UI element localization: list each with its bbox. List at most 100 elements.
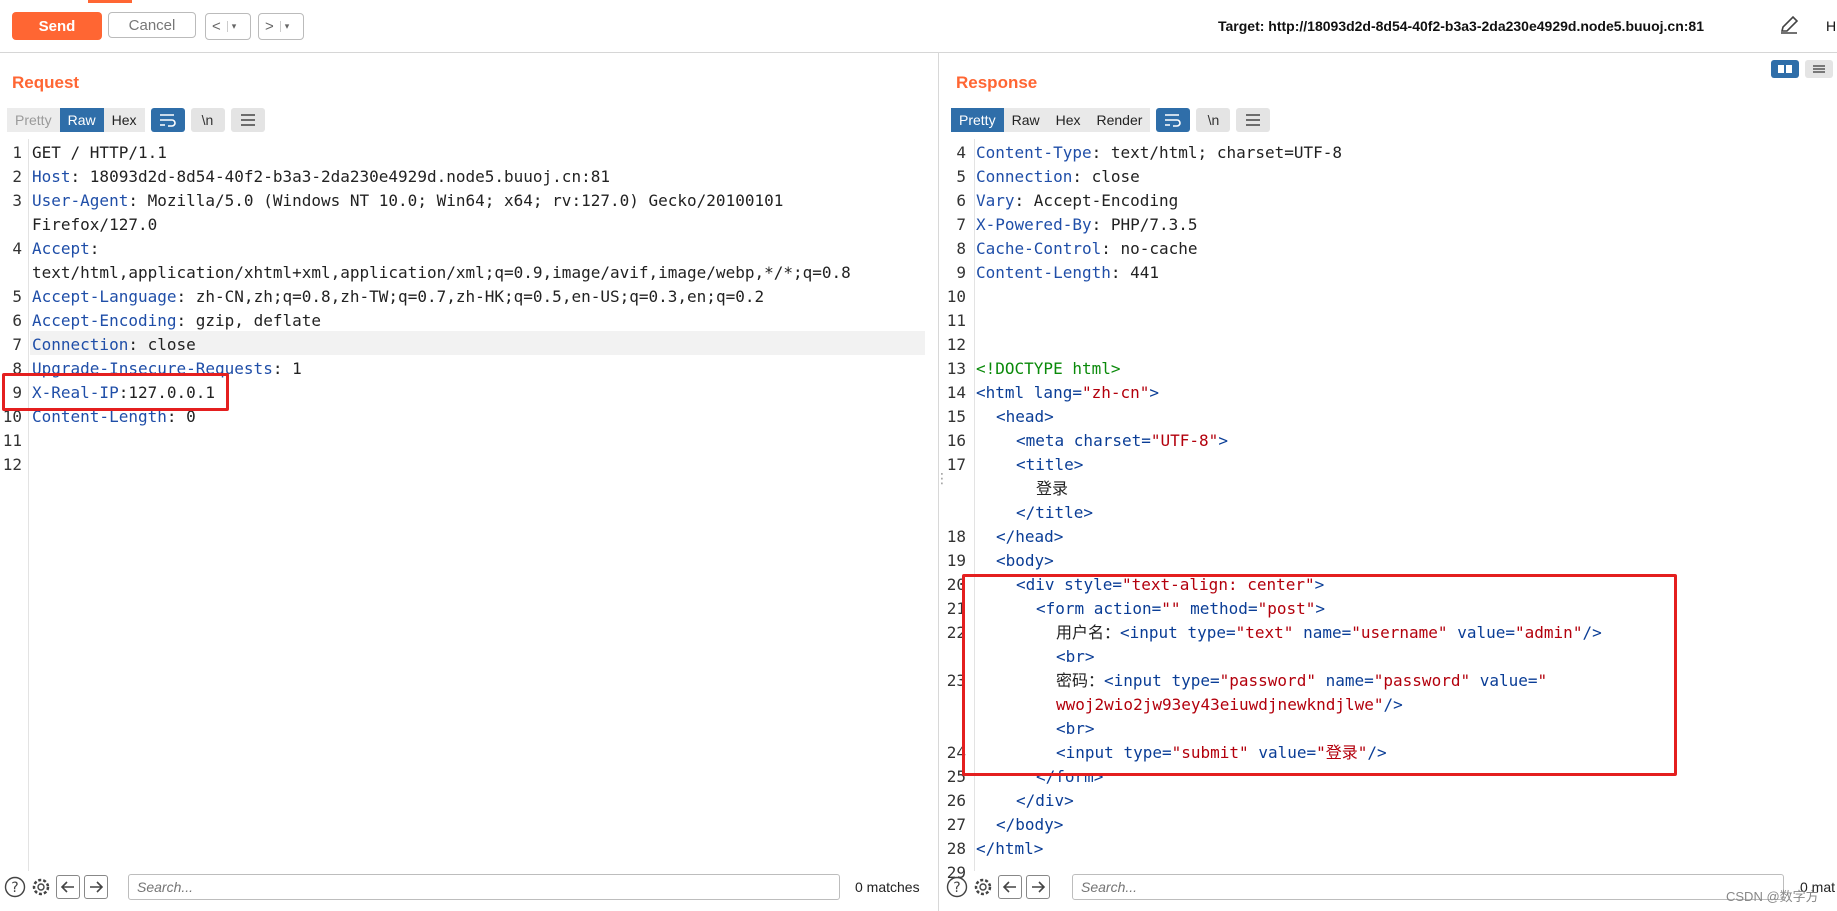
line-number <box>944 477 966 501</box>
code-token: "UTF-8" <box>1150 431 1219 450</box>
send-button[interactable]: Send <box>12 12 102 40</box>
code-token: Cache-Control <box>976 239 1102 258</box>
request-line: Firefox/127.0 <box>32 213 157 237</box>
back-dropdown-icon[interactable]: ▾ <box>226 21 241 32</box>
code-token: Vary <box>976 191 1015 210</box>
svg-text:?: ? <box>953 880 960 896</box>
highlight-box-login-form <box>962 574 1677 776</box>
code-token: <head> <box>996 407 1054 426</box>
line-number <box>0 261 22 285</box>
arrow-right-icon[interactable] <box>84 875 108 899</box>
line-number: 11 <box>2 431 22 450</box>
response-line: Cache-Control: no-cache <box>976 237 1198 261</box>
line-number: 9 <box>956 263 966 282</box>
line-number: 11 <box>946 311 966 330</box>
response-line: X-Powered-By: PHP/7.3.5 <box>976 213 1198 237</box>
code-token: : no-cache <box>1101 239 1198 258</box>
line-number: 5 <box>12 287 22 306</box>
target-url: Target: http://18093d2d-8d54-40f2-b3a3-2… <box>1218 18 1705 34</box>
tab-render[interactable]: Render <box>1088 108 1151 132</box>
wrap-icon[interactable] <box>1156 108 1191 132</box>
request-footer: ? <box>4 872 112 902</box>
stacked-view-icon[interactable] <box>1805 60 1833 78</box>
line-number: 10 <box>946 287 966 306</box>
arrow-right-icon[interactable] <box>1026 875 1050 899</box>
settings-gear-icon[interactable] <box>972 876 994 898</box>
menu-icon[interactable] <box>1236 108 1271 132</box>
response-line: </head> <box>996 525 1063 549</box>
line-number: 18 <box>946 527 966 546</box>
request-editor[interactable]: 1 GET / HTTP/1.1 2 Host: 18093d2d-8d54-40f2… <box>0 139 938 871</box>
line-number: 13 <box>946 359 966 378</box>
code-token: </div> <box>1016 791 1074 810</box>
response-line: <head> <box>996 405 1054 429</box>
cancel-button[interactable]: Cancel <box>108 12 196 38</box>
request-title: Request <box>12 73 80 92</box>
response-line: </body> <box>996 813 1063 837</box>
line-number: 4 <box>956 143 966 162</box>
code-token: "zh-cn" <box>1081 383 1150 402</box>
tab-hex[interactable]: Hex <box>1047 108 1089 132</box>
request-line: Accept-Encoding: gzip, deflate <box>32 309 321 333</box>
response-view-tabs: Pretty Raw Hex Render \n <box>951 108 1271 132</box>
newline-toggle-button[interactable]: \n <box>190 108 225 132</box>
pencil-icon[interactable] <box>1778 14 1800 41</box>
code-token: <title> <box>1016 455 1084 474</box>
code-token: 登录 <box>1036 479 1069 498</box>
tab-raw[interactable]: Raw <box>59 108 104 132</box>
line-number <box>0 213 22 237</box>
header-value: : gzip, deflate <box>176 311 322 330</box>
tab-pretty[interactable]: Pretty <box>7 108 60 132</box>
header-name: Connection <box>32 335 129 354</box>
line-number: 12 <box>946 335 966 354</box>
response-line: <title> <box>1016 453 1083 477</box>
line-number: 26 <box>946 791 966 810</box>
response-search-input[interactable] <box>1072 874 1784 900</box>
help-icon[interactable]: ? <box>4 876 26 898</box>
line-number: 12 <box>2 455 22 474</box>
request-line: GET / HTTP/1.1 <box>32 141 167 165</box>
split-view-icon[interactable] <box>1771 60 1799 78</box>
header-name: Accept-Encoding <box>32 311 177 330</box>
menu-icon[interactable] <box>230 108 265 132</box>
forward-dropdown-icon[interactable]: ▾ <box>279 21 294 32</box>
code-token: <body> <box>996 551 1054 570</box>
line-number: 1 <box>12 143 22 162</box>
response-line: </div> <box>1016 789 1074 813</box>
response-line: Content-Length: 441 <box>976 261 1159 285</box>
code-token: <!DOCTYPE html> <box>976 359 1121 378</box>
code-token: = <box>1072 383 1082 402</box>
line-number: 6 <box>12 311 22 330</box>
line-number: 7 <box>956 215 966 234</box>
back-arrow-icon[interactable]: < <box>206 18 227 35</box>
request-view-tabs: Pretty Raw Hex \n <box>7 108 265 132</box>
forward-arrow-icon[interactable]: > <box>259 18 280 35</box>
response-line: Vary: Accept-Encoding <box>976 189 1178 213</box>
top-toolbar: Send Cancel < ▾ > ▾ Target: http://18093d2… <box>0 0 1837 53</box>
code-token: charset <box>1073 431 1142 450</box>
code-token: : text/html; charset=UTF-8 <box>1091 143 1343 162</box>
line-number: 27 <box>946 815 966 834</box>
line-number: 6 <box>956 191 966 210</box>
line-number: 3 <box>12 191 22 210</box>
newline-toggle-button[interactable]: \n <box>1196 108 1231 132</box>
forward-nav-group[interactable]: > ▾ <box>258 13 304 40</box>
tab-hex[interactable]: Hex <box>103 108 145 132</box>
tab-pretty[interactable]: Pretty <box>951 108 1004 132</box>
settings-gear-icon[interactable] <box>30 876 52 898</box>
request-search-input[interactable] <box>128 874 840 900</box>
arrow-left-icon[interactable] <box>56 875 80 899</box>
line-number: 5 <box>956 167 966 186</box>
arrow-left-icon[interactable] <box>998 875 1022 899</box>
watermark-text: CSDN @数字方 <box>1726 889 1819 904</box>
request-line: Accept: <box>32 237 99 261</box>
line-number: 8 <box>956 239 966 258</box>
header-name: Accept <box>32 239 90 258</box>
wrap-icon[interactable] <box>150 108 185 132</box>
code-token: </body> <box>996 815 1064 834</box>
help-icon[interactable]: ? <box>946 876 968 898</box>
back-nav-group[interactable]: < ▾ <box>205 13 251 40</box>
code-token: </title> <box>1016 503 1094 522</box>
tab-raw[interactable]: Raw <box>1003 108 1048 132</box>
response-title: Response <box>956 73 1038 92</box>
